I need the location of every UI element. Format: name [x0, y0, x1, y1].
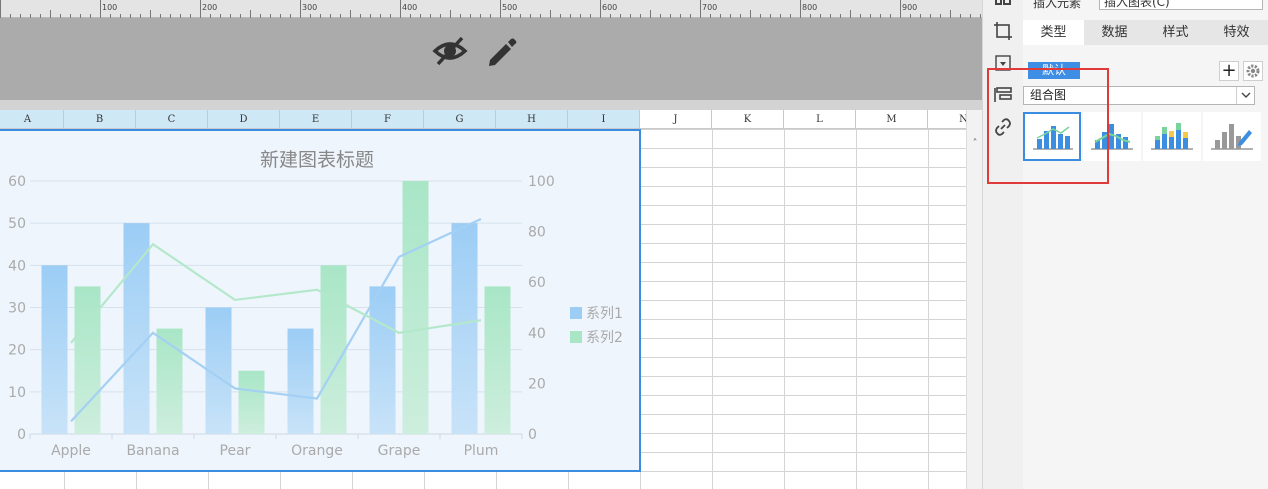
chevron-down-icon[interactable] [1236, 87, 1254, 104]
x-tick-label: Apple [51, 443, 91, 459]
tab-style[interactable]: 样式 [1145, 20, 1206, 45]
bar-series1[interactable] [287, 328, 314, 434]
eye-slash-icon[interactable] [432, 35, 468, 67]
ruler-label: 100 [102, 3, 118, 12]
panel-icon-strip [983, 0, 1023, 489]
bar-series2[interactable] [402, 181, 429, 434]
x-tick-label: Orange [291, 443, 343, 459]
custom-combo-thumbnail[interactable] [1203, 112, 1261, 161]
ruler-label: 800 [802, 3, 818, 12]
stacked-combo-thumbnail[interactable] [1083, 112, 1141, 161]
legend-swatch [570, 307, 582, 319]
bar-series2[interactable] [320, 265, 347, 434]
tab-type[interactable]: 类型 [1023, 20, 1084, 45]
y-right-tick-label: 0 [528, 427, 537, 443]
column-header[interactable]: K [712, 110, 784, 129]
sheet-scrollbar[interactable]: ˄ [966, 110, 982, 489]
y-left-tick-label: 50 [8, 216, 26, 232]
ruler-label: 600 [602, 3, 618, 12]
gear-icon [1246, 64, 1260, 78]
column-header[interactable]: M [856, 110, 928, 129]
panel-tabs: 类型 数据 样式 特效 [1023, 20, 1268, 45]
horizontal-ruler: 100 200 300 400 500 600 700 800 900 [0, 0, 982, 18]
combo-chart: 新建图表标题 0 10 20 30 40 50 60 0 20 40 60 80 100 Apple Bana… [8, 149, 623, 459]
y-right-tick-label: 100 [528, 174, 555, 190]
y-left-tick-label: 10 [8, 385, 26, 401]
column-header[interactable]: D [208, 110, 280, 129]
chart-title: 新建图表标题 [260, 149, 374, 171]
legend-label[interactable]: 系列2 [586, 330, 623, 346]
properties-panel: 插入元素 插入图表(C) 类型 数据 样式 特效 默认 + 组合图 [982, 0, 1268, 489]
column-header[interactable]: G [424, 110, 496, 129]
y-left-tick-label: 40 [8, 258, 26, 274]
element-icon[interactable] [993, 0, 1013, 14]
settings-button[interactable] [1243, 61, 1263, 81]
dropdown-widget-icon[interactable] [993, 54, 1013, 74]
y-right-tick-label: 60 [528, 275, 546, 291]
scroll-up-arrow-icon[interactable]: ˄ [967, 138, 983, 150]
column-header[interactable]: L [784, 110, 856, 129]
chart-toolbar-panel [0, 18, 982, 100]
column-header-row: ABCDEFGHIJKLMN [0, 110, 1000, 129]
column-header[interactable]: A [0, 110, 64, 129]
ruler-label: 900 [902, 3, 918, 12]
bar-series1[interactable] [451, 223, 478, 434]
y-left-tick-label: 20 [8, 343, 26, 359]
insert-chart-select[interactable]: 插入图表(C) [1099, 0, 1263, 10]
y-left-tick-label: 60 [8, 174, 26, 190]
cell-grid-bottom[interactable] [0, 472, 640, 489]
chart-type-select[interactable]: 组合图 [1023, 86, 1255, 105]
bar-series2[interactable] [484, 286, 511, 434]
panel-content: 插入元素 插入图表(C) 类型 数据 样式 特效 默认 + 组合图 [1023, 0, 1268, 489]
ruler-label: 200 [202, 3, 218, 12]
multi-series-combo-thumbnail[interactable] [1143, 112, 1201, 161]
default-button[interactable]: 默认 [1028, 62, 1080, 79]
column-header[interactable]: C [136, 110, 208, 129]
cell-grid[interactable] [640, 129, 966, 489]
column-header[interactable]: H [496, 110, 568, 129]
chart-container[interactable]: 新建图表标题 0 10 20 30 40 50 60 0 20 40 60 80 100 Apple Bana… [0, 129, 641, 472]
ruler-label: 400 [402, 3, 418, 12]
layout-list-icon[interactable] [993, 85, 1013, 105]
column-header[interactable]: E [280, 110, 352, 129]
column-header[interactable]: I [568, 110, 640, 129]
legend-swatch [570, 331, 582, 343]
column-header[interactable]: J [640, 110, 712, 129]
y-left-tick-label: 30 [8, 301, 26, 317]
legend-label[interactable]: 系列1 [586, 306, 623, 322]
ruler-label: 700 [702, 3, 718, 12]
bar-series1[interactable] [369, 286, 396, 434]
x-tick-label: Plum [464, 443, 499, 459]
insert-element-label: 插入元素 [1033, 0, 1082, 10]
app-window: 100 200 300 400 500 600 700 800 900 ABCDEFGHIJKL… [0, 0, 1268, 489]
y-right-tick-label: 40 [528, 326, 546, 342]
bar-series1[interactable] [41, 265, 68, 434]
ruler-label: 500 [502, 3, 518, 12]
tab-effects[interactable]: 特效 [1206, 20, 1267, 45]
bar-series2[interactable] [238, 370, 265, 434]
add-icon[interactable]: + [1219, 61, 1239, 81]
combo-bar-line-thumbnail[interactable] [1023, 112, 1081, 161]
chart-type-value: 组合图 [1030, 88, 1067, 102]
crop-frame-icon[interactable] [993, 21, 1013, 41]
tab-data[interactable]: 数据 [1084, 20, 1145, 45]
y-left-tick-label: 0 [17, 427, 26, 443]
x-tick-label: Pear [220, 443, 251, 459]
x-tick-label: Banana [126, 443, 179, 459]
column-header[interactable]: F [352, 110, 424, 129]
ruler-label: 300 [302, 3, 318, 12]
x-tick-label: Grape [378, 443, 421, 459]
gray-separator [0, 100, 982, 110]
link-icon[interactable] [993, 117, 1013, 137]
y-right-tick-label: 80 [528, 225, 546, 241]
column-header[interactable]: B [64, 110, 136, 129]
insert-chart-value: 插入图表(C) [1104, 0, 1170, 9]
pencil-icon[interactable] [484, 34, 518, 68]
y-right-tick-label: 20 [528, 376, 546, 392]
